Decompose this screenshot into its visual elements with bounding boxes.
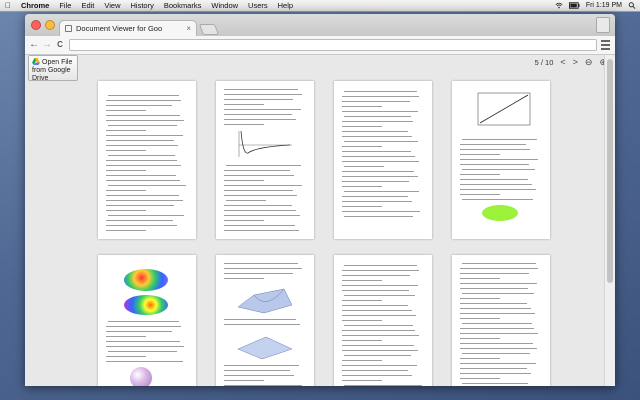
potential-curve-figure <box>238 130 292 157</box>
zoom-out-button[interactable]: ⊖ <box>585 57 593 68</box>
page-grid <box>25 55 605 386</box>
back-button[interactable]: ← <box>28 38 40 52</box>
menu-file[interactable]: File <box>54 1 76 10</box>
minimize-window-button[interactable] <box>45 20 55 30</box>
scrollbar-thumb[interactable] <box>607 59 613 283</box>
forward-button[interactable]: → <box>41 38 53 52</box>
address-bar[interactable] <box>69 39 597 51</box>
open-from-drive-button[interactable]: Open File from Google Drive <box>28 55 78 82</box>
menu-app-name[interactable]: Chrome <box>16 1 54 10</box>
document-icon <box>65 25 72 32</box>
reload-button[interactable]: C <box>54 38 66 52</box>
menu-bookmarks[interactable]: Bookmarks <box>159 1 207 10</box>
menu-icon[interactable] <box>601 40 610 50</box>
green-ellipse-figure <box>482 205 518 221</box>
sphere-figure <box>130 367 152 386</box>
drive-button-line2: from Google Drive <box>32 67 71 82</box>
menu-help[interactable]: Help <box>273 1 298 10</box>
new-tab-button[interactable] <box>198 24 220 35</box>
browser-toolbar: ← → C <box>25 36 615 55</box>
page-thumbnail[interactable] <box>216 81 314 239</box>
menu-view[interactable]: View <box>99 1 125 10</box>
line-plot-figure <box>477 92 531 126</box>
menubar:  Chrome File Edit View History Bookmark… <box>0 0 640 12</box>
wifi-icon[interactable] <box>555 2 563 9</box>
menu-users[interactable]: Users <box>243 1 273 10</box>
battery-icon[interactable] <box>568 2 580 9</box>
google-drive-icon <box>32 58 40 65</box>
surface-plot-figure <box>237 288 293 314</box>
menu-window[interactable]: Window <box>206 1 243 10</box>
menubar-clock[interactable]: Fri 1:19 PM <box>586 2 622 9</box>
browser-window: Document Viewer for Goo × ← → C Open Fil… <box>25 14 615 386</box>
tab-document-viewer[interactable]: Document Viewer for Goo × <box>59 20 197 36</box>
page-thumbnail[interactable] <box>98 81 196 239</box>
page-thumbnail[interactable] <box>452 255 550 386</box>
close-window-button[interactable] <box>31 20 41 30</box>
tab-title: Document Viewer for Goo <box>76 24 163 33</box>
menu-history[interactable]: History <box>126 1 159 10</box>
menu-edit[interactable]: Edit <box>76 1 99 10</box>
page-thumbnail[interactable] <box>334 81 432 239</box>
previous-page-button[interactable]: < <box>560 57 565 67</box>
next-page-button[interactable]: > <box>573 57 578 67</box>
tab-strip: Document Viewer for Goo × <box>25 14 615 36</box>
profile-icon[interactable] <box>596 17 610 33</box>
drive-button-line1: Open File <box>42 59 73 66</box>
page-thumbnail[interactable] <box>98 255 196 386</box>
page-thumbnail[interactable] <box>334 255 432 386</box>
page-thumbnail[interactable] <box>452 81 550 239</box>
sphere-map-figure <box>124 295 168 315</box>
page-indicator[interactable]: 5 / 10 <box>535 58 554 67</box>
close-tab-icon[interactable]: × <box>186 24 191 33</box>
sphere-map-figure <box>124 269 168 291</box>
viewer-content: Open File from Google Drive 5 / 10 < > ⊖… <box>25 55 615 386</box>
page-thumbnail[interactable] <box>216 255 314 386</box>
surface-plot-figure <box>237 336 293 360</box>
spotlight-icon[interactable] <box>628 2 636 9</box>
page-controls: 5 / 10 < > ⊖ ⊕ <box>535 55 607 69</box>
apple-icon[interactable]:  <box>0 1 16 10</box>
menubar-status-area: Fri 1:19 PM <box>555 0 636 11</box>
